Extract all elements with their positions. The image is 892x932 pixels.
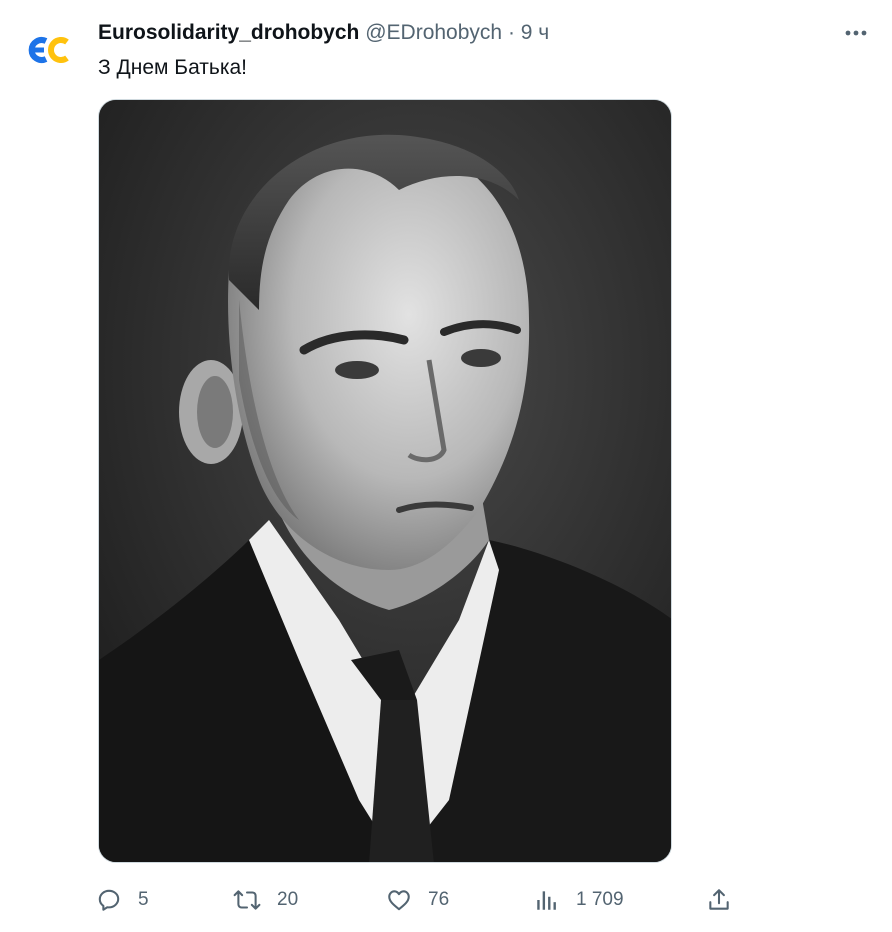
avatar[interactable] [22,24,74,76]
eurosolidarity-logo [28,37,69,63]
more-icon [845,30,867,36]
share-icon [709,889,729,910]
tweet-media[interactable] [98,99,672,863]
heart-icon [388,890,410,911]
tweet-header: Eurosolidarity_drohobych @EDrohobych · 9… [98,20,549,46]
retweet-icon [233,890,261,910]
separator: · [507,21,515,44]
user-handle[interactable]: @EDrohobych [365,21,502,44]
more-button[interactable] [834,18,878,48]
retweet-button[interactable]: 20 [233,880,298,920]
reply-icon [98,889,120,911]
display-name[interactable]: Eurosolidarity_drohobych [98,21,359,44]
portrait-photo [99,100,671,862]
retweet-count: 20 [277,889,299,910]
reply-button[interactable]: 5 [96,880,149,920]
like-button[interactable]: 76 [386,880,449,920]
views-button[interactable]: 1 709 [534,880,624,920]
action-bar: 5 20 76 1 709 [0,880,892,920]
views-count: 1 709 [576,889,624,910]
like-count: 76 [428,889,450,910]
share-button[interactable] [706,880,732,920]
tweet-text: З Днем Батька! [98,56,248,79]
views-icon [537,891,556,910]
reply-count: 5 [138,889,149,910]
timestamp[interactable]: 9 ч [521,21,549,44]
tweet: Eurosolidarity_drohobych @EDrohobych · 9… [0,0,892,932]
